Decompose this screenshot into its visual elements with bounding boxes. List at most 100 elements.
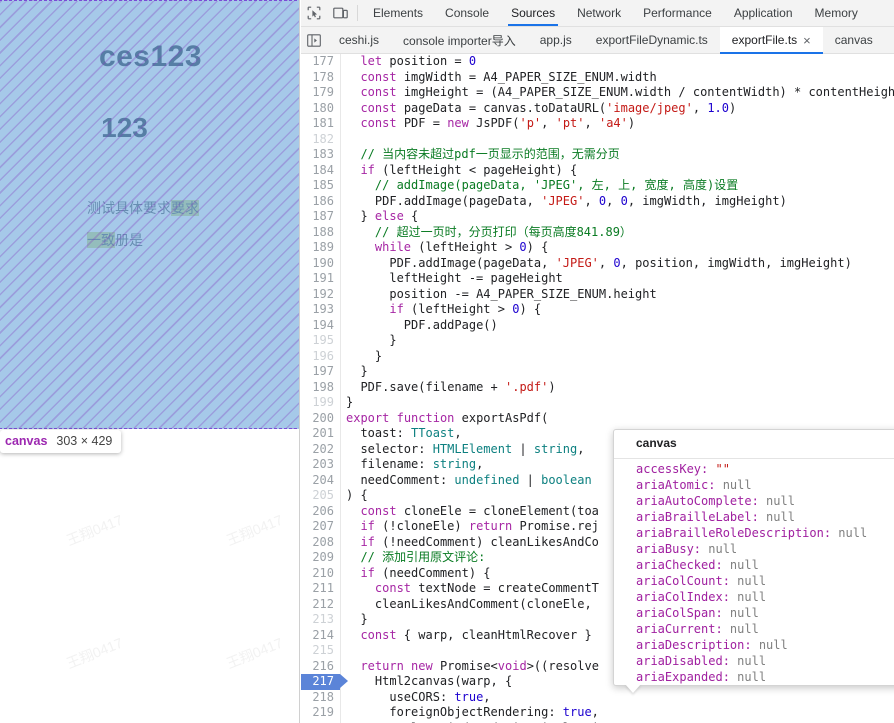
code-line[interactable]: export function exportAsPdf( [342, 411, 894, 427]
code-line[interactable]: position -= A4_PAPER_SIZE_ENUM.height [342, 287, 894, 303]
popover-property-row[interactable]: ariaChecked: null [636, 557, 894, 573]
tab-performance[interactable]: Performance [632, 0, 723, 26]
line-number[interactable]: 200 [301, 411, 340, 427]
line-number[interactable]: 215 [301, 643, 340, 659]
file-tab-export-file-dynamic-ts[interactable]: exportFileDynamic.ts [584, 27, 720, 53]
line-number[interactable]: 178 [301, 70, 340, 86]
code-line[interactable]: if (leftHeight > 0) { [342, 302, 894, 318]
code-line[interactable]: while (leftHeight > 0) { [342, 240, 894, 256]
tab-console[interactable]: Console [434, 0, 500, 26]
popover-property-row[interactable]: ariaColCount: null [636, 573, 894, 589]
tab-memory[interactable]: Memory [804, 0, 869, 26]
code-line[interactable]: leftHeight -= pageHeight [342, 271, 894, 287]
source-code-editor[interactable]: 177 178 179 180 181 182 183 184 185 186 187 188 189 1… [301, 54, 894, 723]
file-tab-canvas[interactable]: canvas [823, 27, 885, 53]
line-number[interactable]: 179 [301, 85, 340, 101]
line-number-gutter[interactable]: 177 178 179 180 181 182 183 184 185 186 187 188 189 1… [301, 54, 348, 723]
line-number[interactable]: 189 [301, 240, 340, 256]
tab-elements[interactable]: Elements [362, 0, 434, 26]
popover-property-list[interactable]: accessKey: "" ariaAtomic: null ariaAutoCom… [614, 459, 894, 685]
line-number[interactable]: 195 [301, 333, 340, 349]
line-number[interactable]: 203 [301, 457, 340, 473]
popover-property-row[interactable]: ariaBrailleRoleDescription: null [636, 525, 894, 541]
line-number[interactable]: 205 [301, 488, 340, 504]
line-number[interactable]: 191 [301, 271, 340, 287]
code-line[interactable]: PDF.addImage(pageData, 'JPEG', 0, positi… [342, 256, 894, 272]
line-number[interactable]: 207 [301, 519, 340, 535]
code-line[interactable]: // addImage(pageData, 'JPEG', 左, 上, 宽度, … [342, 178, 894, 194]
line-number[interactable]: 184 [301, 163, 340, 179]
line-number[interactable]: 202 [301, 442, 340, 458]
tab-network[interactable]: Network [566, 0, 632, 26]
code-line[interactable]: } [342, 349, 894, 365]
popover-property-row[interactable]: ariaExpanded: null [636, 669, 894, 685]
navigator-panel-icon[interactable] [301, 27, 327, 53]
line-number[interactable]: 204 [301, 473, 340, 489]
code-line[interactable]: PDF.addPage() [342, 318, 894, 334]
line-number[interactable]: 197 [301, 364, 340, 380]
line-number[interactable]: 185 [301, 178, 340, 194]
code-line[interactable] [342, 132, 894, 148]
file-tab-export-file-ts[interactable]: exportFile.ts × [719, 27, 823, 54]
code-line[interactable]: const PDF = new JsPDF('p', 'pt', 'a4') [342, 116, 894, 132]
line-number[interactable]: 216 [301, 659, 340, 675]
line-number[interactable]: 209 [301, 550, 340, 566]
line-number[interactable]: 218 [301, 690, 340, 706]
line-number[interactable]: 213 [301, 612, 340, 628]
file-tab-console-importer[interactable]: console importer导入 [391, 27, 528, 53]
popover-property-row[interactable]: ariaBrailleLabel: null [636, 509, 894, 525]
inspect-element-icon[interactable] [301, 0, 327, 26]
tab-sources[interactable]: Sources [500, 0, 566, 26]
code-line[interactable]: useCORS: true, [342, 690, 894, 706]
popover-property-row[interactable]: ariaDescription: null [636, 637, 894, 653]
code-line[interactable]: } else { [342, 209, 894, 225]
file-tab-app-js[interactable]: app.js [528, 27, 584, 53]
line-number[interactable]: 201 [301, 426, 340, 442]
device-toolbar-icon[interactable] [327, 0, 353, 26]
popover-property-row[interactable]: ariaColIndex: null [636, 589, 894, 605]
popover-property-row[interactable]: ariaDisabled: null [636, 653, 894, 669]
line-number[interactable]: 181 [301, 116, 340, 132]
code-line[interactable]: if (leftHeight < pageHeight) { [342, 163, 894, 179]
code-line[interactable]: } [342, 333, 894, 349]
popover-property-row[interactable]: ariaAtomic: null [636, 477, 894, 493]
line-number[interactable]: 177 [301, 54, 340, 70]
file-tab-ceshi-js[interactable]: ceshi.js [327, 27, 391, 53]
code-line[interactable]: PDF.addImage(pageData, 'JPEG', 0, 0, img… [342, 194, 894, 210]
code-line[interactable]: foreignObjectRendering: true, [342, 705, 894, 721]
inspected-page-viewport[interactable]: 王翔0417王翔0417王翔0417王翔0417王翔0417王翔0417王翔04… [0, 0, 300, 723]
line-number[interactable]: 183 [301, 147, 340, 163]
line-number[interactable]: 217 [301, 674, 348, 690]
line-number[interactable]: 219 [301, 705, 340, 721]
code-line[interactable]: const pageData = canvas.toDataURL('image… [342, 101, 894, 117]
line-number[interactable]: 208 [301, 535, 340, 551]
popover-property-row[interactable]: accessKey: "" [636, 461, 894, 477]
code-line[interactable]: // 当内容未超过pdf一页显示的范围，无需分页 [342, 147, 894, 163]
line-number[interactable]: 187 [301, 209, 340, 225]
line-number[interactable]: 193 [301, 302, 340, 318]
line-number[interactable]: 180 [301, 101, 340, 117]
code-line[interactable]: PDF.save(filename + '.pdf') [342, 380, 894, 396]
object-value-popover[interactable]: canvas accessKey: "" ariaAtomic: null aria… [613, 429, 894, 686]
line-number[interactable]: 192 [301, 287, 340, 303]
code-line[interactable]: let position = 0 [342, 54, 894, 70]
line-number[interactable]: 186 [301, 194, 340, 210]
code-line[interactable]: } [342, 364, 894, 380]
line-number[interactable]: 199 [301, 395, 340, 411]
tab-application[interactable]: Application [723, 0, 804, 26]
code-line[interactable]: // 超过一页时，分页打印（每页高度841.89） [342, 225, 894, 241]
line-number[interactable]: 198 [301, 380, 340, 396]
line-number[interactable]: 194 [301, 318, 340, 334]
line-number[interactable]: 212 [301, 597, 340, 613]
popover-property-row[interactable]: ariaColSpan: null [636, 605, 894, 621]
line-number[interactable]: 206 [301, 504, 340, 520]
line-number[interactable]: 182 [301, 132, 340, 148]
code-line[interactable]: const imgWidth = A4_PAPER_SIZE_ENUM.widt… [342, 70, 894, 86]
code-line[interactable]: } [342, 395, 894, 411]
line-number[interactable]: 214 [301, 628, 340, 644]
code-line[interactable]: const imgHeight = (A4_PAPER_SIZE_ENUM.wi… [342, 85, 894, 101]
line-number[interactable]: 188 [301, 225, 340, 241]
close-icon[interactable]: × [803, 34, 811, 47]
line-number[interactable]: 190 [301, 256, 340, 272]
popover-property-row[interactable]: ariaAutoComplete: null [636, 493, 894, 509]
